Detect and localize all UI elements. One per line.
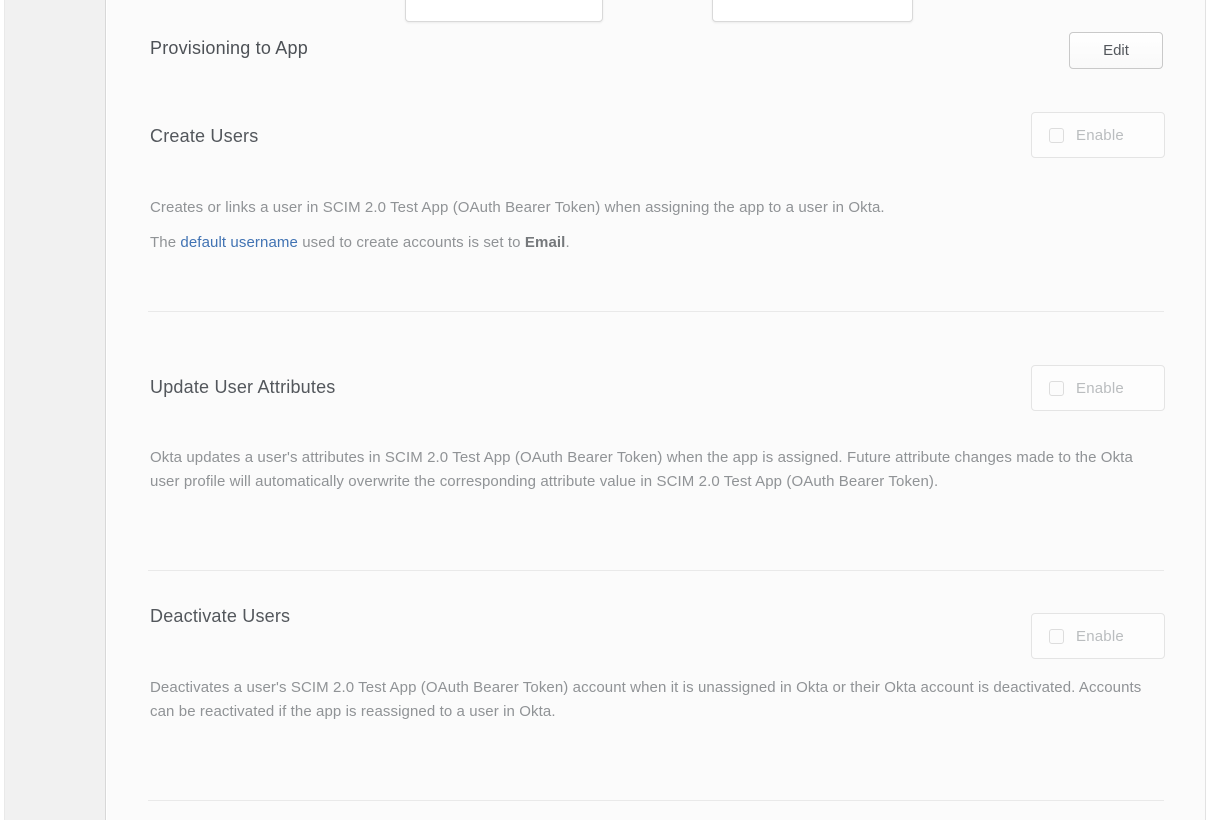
enable-toggle-update-user-attributes[interactable]: Enable xyxy=(1031,365,1165,411)
section-title-update-user-attributes: Update User Attributes xyxy=(150,377,336,398)
section-title-deactivate-users: Deactivate Users xyxy=(150,606,290,627)
enable-label: Enable xyxy=(1076,380,1124,397)
provisioning-settings-panel: Provisioning to App Edit Create Users En… xyxy=(107,0,1206,820)
note-middle: used to create accounts is set to xyxy=(298,234,525,251)
checkbox-icon[interactable] xyxy=(1049,629,1064,644)
deactivate-users-description: Deactivates a user's SCIM 2.0 Test App (… xyxy=(150,676,1166,724)
left-sidebar xyxy=(4,0,106,820)
section-divider xyxy=(148,800,1164,801)
checkbox-icon[interactable] xyxy=(1049,381,1064,396)
page-title: Provisioning to App xyxy=(150,38,308,59)
edit-button[interactable]: Edit xyxy=(1069,32,1163,69)
checkbox-icon[interactable] xyxy=(1049,128,1064,143)
section-divider xyxy=(148,570,1164,571)
partial-input-box-2[interactable] xyxy=(712,0,913,22)
create-users-note: The default username used to create acco… xyxy=(150,231,1166,255)
enable-toggle-deactivate-users[interactable]: Enable xyxy=(1031,613,1165,659)
default-username-link[interactable]: default username xyxy=(180,234,298,251)
note-bold-value: Email xyxy=(525,234,566,251)
enable-label: Enable xyxy=(1076,127,1124,144)
enable-label: Enable xyxy=(1076,628,1124,645)
enable-toggle-create-users[interactable]: Enable xyxy=(1031,112,1165,158)
partial-input-box-1[interactable] xyxy=(405,0,603,22)
section-divider xyxy=(148,311,1164,312)
update-user-attributes-description: Okta updates a user's attributes in SCIM… xyxy=(150,446,1166,494)
note-prefix: The xyxy=(150,234,180,251)
create-users-description: Creates or links a user in SCIM 2.0 Test… xyxy=(150,196,1166,220)
section-title-create-users: Create Users xyxy=(150,126,258,147)
note-suffix: . xyxy=(565,234,569,251)
